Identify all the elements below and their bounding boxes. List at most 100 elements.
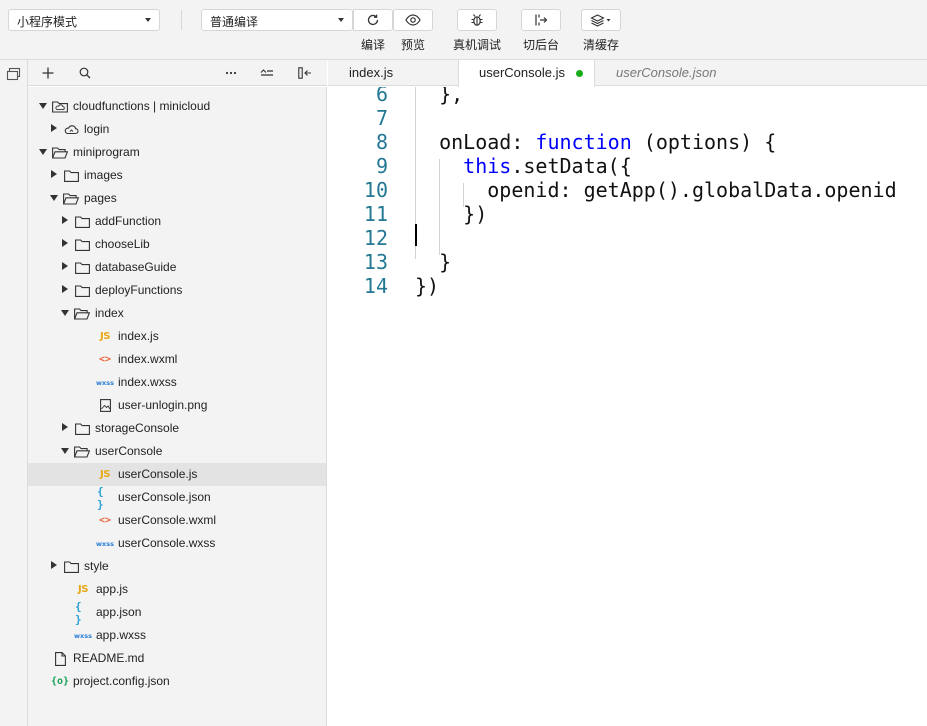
document-file-icon: [52, 651, 68, 666]
config-file-icon: {o}: [50, 676, 70, 687]
tree-item-userconsole[interactable]: userConsole: [28, 440, 326, 463]
tree-item-app-json[interactable]: { } app.json: [28, 600, 326, 626]
clear-cache-button[interactable]: [581, 9, 621, 31]
code-line: }): [415, 202, 488, 226]
compile-button[interactable]: [353, 9, 393, 31]
explorer-header: [28, 60, 327, 86]
wxss-file-icon: wxss: [96, 539, 114, 548]
code-line: openid: getApp().globalData.openid: [415, 178, 897, 202]
preview-button[interactable]: [393, 9, 433, 31]
chevron-right-icon[interactable]: [62, 239, 68, 247]
tree-item-project-config-json[interactable]: {o} project.config.json: [28, 670, 326, 693]
switch-background-label: 切后台: [522, 38, 559, 52]
mode-select[interactable]: 小程序模式: [8, 9, 160, 31]
tree-item-label: user-unlogin.png: [118, 398, 208, 412]
cloud-icon: [63, 122, 79, 137]
chevron-down-icon[interactable]: [39, 149, 47, 155]
chevron-down-icon: [338, 18, 344, 22]
tree-item-login[interactable]: login: [28, 118, 326, 141]
folder-icon: [63, 168, 79, 183]
tree-item-label: pages: [84, 191, 117, 205]
chevron-down-icon[interactable]: [61, 448, 69, 454]
chevron-right-icon[interactable]: [62, 423, 68, 431]
folder-icon: [74, 260, 90, 275]
chevron-down-icon[interactable]: [50, 195, 58, 201]
tree-item-cloudfunctions-minicloud[interactable]: cloudfunctions | minicloud: [28, 95, 326, 118]
tree-item-label: style: [84, 559, 109, 573]
tree-item-index-js[interactable]: JS index.js: [28, 325, 326, 348]
tree-item-label: addFunction: [95, 214, 162, 228]
tree-item-miniprogram[interactable]: miniprogram: [28, 141, 326, 164]
tree-item-label: cloudfunctions | minicloud: [73, 99, 211, 113]
tree-item-app-wxss[interactable]: wxss app.wxss: [28, 624, 326, 647]
search-icon[interactable]: [77, 65, 93, 81]
tree-item-label: index.js: [118, 329, 159, 343]
more-icon[interactable]: [223, 65, 239, 81]
remote-debug-label: 真机调试: [452, 38, 501, 52]
code-line: },: [415, 87, 464, 106]
tree-item-pages[interactable]: pages: [28, 187, 326, 210]
tab-userconsole-json[interactable]: userConsole.json: [595, 60, 755, 86]
chevron-right-icon[interactable]: [62, 285, 68, 293]
cloud-folder-icon: [52, 99, 68, 114]
tree-item-userconsole-js[interactable]: JS userConsole.js: [28, 463, 326, 486]
chevron-right-icon[interactable]: [51, 124, 57, 132]
tree-item-index[interactable]: index: [28, 302, 326, 325]
tree-item-index-wxml[interactable]: <> index.wxml: [28, 348, 326, 371]
tree-item-label: miniprogram: [73, 145, 140, 159]
file-tree: cloudfunctions | minicloud login miniprogr…: [28, 87, 327, 726]
clear-cache-label: 清缓存: [582, 38, 619, 52]
chevron-right-icon[interactable]: [62, 262, 68, 270]
tree-item-deployfunctions[interactable]: deployFunctions: [28, 279, 326, 302]
tree-item-storageconsole[interactable]: storageConsole: [28, 417, 326, 440]
add-icon[interactable]: [40, 65, 56, 81]
explorer-icon[interactable]: [6, 66, 22, 82]
tab-label: userConsole.json: [616, 65, 717, 80]
tree-item-user-unlogin-png[interactable]: user-unlogin.png: [28, 394, 326, 417]
tree-item-addfunction[interactable]: addFunction: [28, 210, 326, 233]
tree-item-userconsole-json[interactable]: { } userConsole.json: [28, 485, 326, 511]
editor-tab-bar: index.js userConsole.js userConsole.json: [328, 60, 927, 87]
line-number: 12: [363, 226, 388, 250]
compile-select[interactable]: 普通编译: [201, 9, 353, 31]
split-icon[interactable]: [297, 65, 313, 81]
switch-background-button[interactable]: [521, 9, 561, 31]
tree-item-label: index: [95, 306, 124, 320]
tree-item-chooselib[interactable]: chooseLib: [28, 233, 326, 256]
chevron-down-icon[interactable]: [39, 103, 47, 109]
preview-label: 预览: [400, 38, 425, 52]
tree-item-images[interactable]: images: [28, 164, 326, 187]
chevron-right-icon[interactable]: [62, 216, 68, 224]
code-line: }: [415, 250, 452, 274]
tree-item-style[interactable]: style: [28, 555, 326, 578]
tree-item-label: chooseLib: [95, 237, 150, 251]
tree-item-label: index.wxml: [118, 352, 178, 366]
tree-item-label: userConsole.wxml: [118, 513, 217, 527]
tab-userconsole-js[interactable]: userConsole.js: [458, 60, 595, 87]
eye-icon: [405, 14, 421, 26]
folder-icon: [74, 214, 90, 229]
tree-item-index-wxss[interactable]: wxss index.wxss: [28, 371, 326, 394]
chevron-right-icon[interactable]: [51, 561, 57, 569]
tree-item-label: databaseGuide: [95, 260, 177, 274]
code-editor[interactable]: 6 }, 7 8 onLoad: function (options) {9 thi…: [328, 87, 927, 726]
layers-icon: [590, 13, 612, 27]
tree-item-label: userConsole.js: [118, 467, 198, 481]
tab-index-js[interactable]: index.js: [328, 60, 458, 86]
tree-item-label: storageConsole: [95, 421, 180, 435]
collapse-all-icon[interactable]: [259, 65, 275, 81]
tree-item-userconsole-wxss[interactable]: wxss userConsole.wxss: [28, 532, 326, 555]
chevron-right-icon[interactable]: [51, 170, 57, 178]
chevron-down-icon[interactable]: [61, 310, 69, 316]
tree-item-label: login: [84, 122, 110, 136]
text-cursor: [415, 224, 417, 246]
remote-debug-button[interactable]: [457, 9, 497, 31]
tree-item-app-js[interactable]: JS app.js: [28, 578, 326, 601]
tree-item-readme-md[interactable]: README.md: [28, 647, 326, 670]
line-number: 7: [375, 106, 388, 130]
tree-item-userconsole-wxml[interactable]: <> userConsole.wxml: [28, 509, 326, 532]
wxss-file-icon: wxss: [74, 631, 92, 640]
folder-icon: [63, 559, 79, 574]
tab-label: index.js: [349, 65, 394, 80]
tree-item-databaseguide[interactable]: databaseGuide: [28, 256, 326, 279]
